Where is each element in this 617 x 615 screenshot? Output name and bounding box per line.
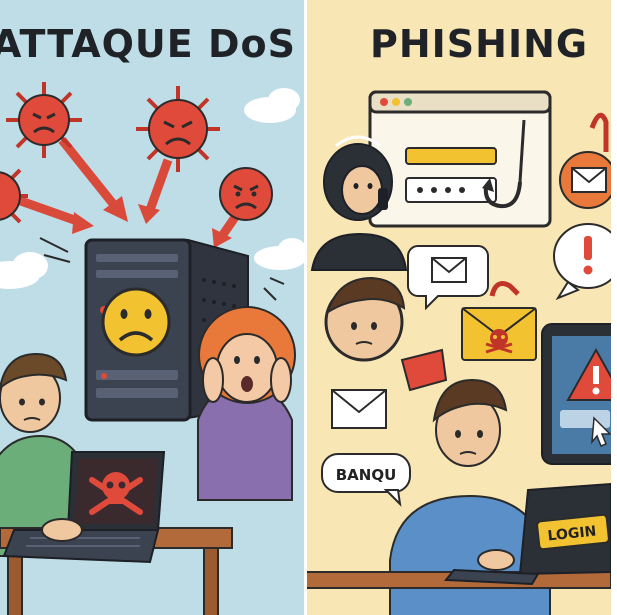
panel-divider <box>304 0 307 615</box>
dos-title: ATTAQUE DoS <box>0 22 296 66</box>
virus-icon <box>6 82 82 158</box>
cloud-left <box>0 252 48 289</box>
envelope-icon <box>431 257 467 283</box>
tablet <box>541 323 611 465</box>
red-card <box>400 348 448 392</box>
worried-man-portrait <box>324 276 406 362</box>
angry-face-icon <box>219 167 273 221</box>
illustration: ATTAQUE DoS BANQU LOGIN PHISHING <box>0 0 617 615</box>
virus-icon <box>0 168 28 224</box>
phishing-scene: BANQU LOGIN <box>306 90 611 615</box>
hand <box>477 549 515 571</box>
bank-label: BANQU <box>336 466 397 484</box>
virus-icon <box>136 86 220 172</box>
right-border <box>611 0 617 615</box>
exclamation-icon <box>583 236 593 275</box>
exclamation-bubble <box>553 223 611 301</box>
envelope-icon <box>571 167 607 193</box>
browser-window <box>368 90 552 228</box>
envelope-icon <box>331 389 387 429</box>
locked-envelope <box>559 112 611 209</box>
sad-face-icon <box>101 287 171 357</box>
dos-panel: ATTAQUE DoS <box>0 0 306 615</box>
worried-woman <box>197 306 296 501</box>
phishing-panel: BANQU LOGIN PHISHING <box>306 0 611 615</box>
hand <box>41 518 83 542</box>
phishing-title: PHISHING <box>370 22 589 66</box>
message-bubble <box>407 245 489 311</box>
dos-scene <box>0 82 306 615</box>
